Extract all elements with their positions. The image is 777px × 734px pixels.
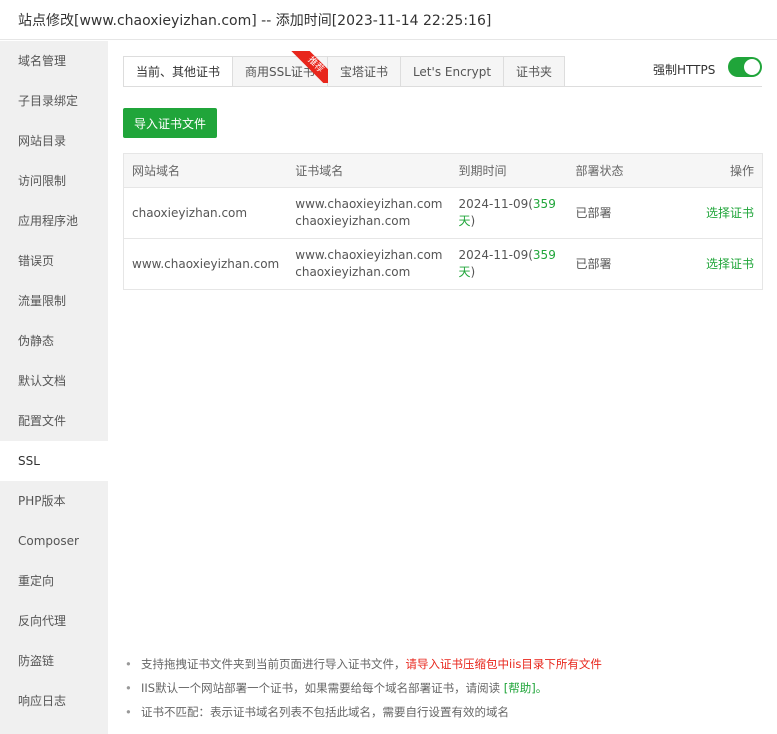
- expiry-cell: 2024-11-09(359 天): [450, 187, 568, 239]
- sidebar-item-composer[interactable]: Composer: [0, 521, 108, 561]
- expiry-days: 359: [532, 248, 556, 262]
- select-cert-link[interactable]: 选择证书: [706, 206, 754, 220]
- table-row: www.chaoxieyizhan.com www.chaoxieyizhan.…: [123, 238, 763, 290]
- expiry-date: 2024-11-09(: [458, 197, 533, 211]
- site-domain-cell: chaoxieyizhan.com: [123, 187, 288, 239]
- tab-lets-encrypt[interactable]: Let's Encrypt: [400, 56, 505, 87]
- cert-domain-line: chaoxieyizhan.com: [295, 265, 411, 279]
- tab-commercial-ssl-label: 商用SSL证书: [245, 65, 315, 79]
- expiry-day-unit: 天: [458, 214, 471, 228]
- import-cert-button[interactable]: 导入证书文件: [123, 108, 217, 138]
- note-text: IIS默认一个网站部署一个证书，如果需要给每个域名部署证书，请阅读: [141, 681, 504, 695]
- sidebar-item-subdir[interactable]: 子目录绑定: [0, 81, 108, 121]
- expiry-date: 2024-11-09(: [458, 248, 533, 262]
- ssl-tabs: 当前、其他证书 商用SSL证书 推荐 宝塔证书 Let's Encrypt 证书…: [123, 51, 566, 87]
- note-item: 证书不匹配：表示证书域名列表不包括此域名，需要自行设置有效的域名: [123, 700, 763, 724]
- sidebar-item-app-pool[interactable]: 应用程序池: [0, 201, 108, 241]
- select-cert-link[interactable]: 选择证书: [706, 257, 754, 271]
- sidebar-item-php-version[interactable]: PHP版本: [0, 481, 108, 521]
- help-link[interactable]: [帮助]: [504, 681, 536, 695]
- table-header-row: 网站域名 证书域名 到期时间 部署状态 操作: [123, 153, 763, 188]
- table-row: chaoxieyizhan.com www.chaoxieyizhan.com …: [123, 187, 763, 239]
- note-item: IIS默认一个网站部署一个证书，如果需要给每个域名部署证书，请阅读 [帮助]。: [123, 676, 763, 700]
- status-cell: 已部署: [567, 187, 668, 239]
- window-title: 站点修改[www.chaoxieyizhan.com] -- 添加时间[2023…: [0, 0, 777, 40]
- cert-domain-cell: www.chaoxieyizhan.com chaoxieyizhan.com: [287, 238, 451, 290]
- col-expiry: 到期时间: [450, 153, 568, 188]
- tab-bt-cert[interactable]: 宝塔证书: [327, 56, 401, 87]
- sidebar-item-reverse-proxy[interactable]: 反向代理: [0, 601, 108, 641]
- cert-domain-line: www.chaoxieyizhan.com: [295, 248, 443, 262]
- sidebar-item-site-dir[interactable]: 网站目录: [0, 121, 108, 161]
- note-warning: 请导入证书压缩包中iis目录下所有文件: [405, 657, 602, 671]
- help-notes: 支持拖拽证书文件夹到当前页面进行导入证书文件，请导入证书压缩包中iis目录下所有…: [123, 652, 763, 724]
- note-text: 证书不匹配：表示证书域名列表不包括此域名，需要自行设置有效的域名: [141, 705, 509, 719]
- sidebar-item-response-log[interactable]: 响应日志: [0, 681, 108, 721]
- tab-divider: [123, 86, 762, 87]
- cert-table: 网站域名 证书域名 到期时间 部署状态 操作 chaoxieyizhan.com…: [123, 153, 763, 290]
- sidebar-item-rewrite[interactable]: 伪静态: [0, 321, 108, 361]
- sidebar: 域名管理 子目录绑定 网站目录 访问限制 应用程序池 错误页 流量限制 伪静态 …: [0, 41, 108, 734]
- expiry-close: ): [470, 265, 476, 279]
- sidebar-item-default-doc[interactable]: 默认文档: [0, 361, 108, 401]
- force-https-toggle[interactable]: [728, 57, 762, 77]
- col-cert-domain: 证书域名: [287, 153, 451, 188]
- expiry-day-unit: 天: [458, 265, 471, 279]
- sidebar-item-domain[interactable]: 域名管理: [0, 41, 108, 81]
- sidebar-item-hotlink[interactable]: 防盗链: [0, 641, 108, 681]
- sidebar-item-access-limit[interactable]: 访问限制: [0, 161, 108, 201]
- sidebar-item-ssl[interactable]: SSL: [0, 441, 108, 481]
- note-item: 支持拖拽证书文件夹到当前页面进行导入证书文件，请导入证书压缩包中iis目录下所有…: [123, 652, 763, 676]
- toggle-knob: [744, 59, 760, 75]
- expiry-close: ): [470, 214, 476, 228]
- tab-cert-folder[interactable]: 证书夹: [504, 56, 566, 87]
- tab-commercial-ssl[interactable]: 商用SSL证书 推荐: [233, 51, 329, 87]
- note-end: 。: [535, 681, 548, 695]
- cert-domain-cell: www.chaoxieyizhan.com chaoxieyizhan.com: [287, 187, 451, 239]
- force-https-label: 强制HTTPS: [653, 63, 716, 77]
- tab-current-certs[interactable]: 当前、其他证书: [123, 56, 234, 87]
- action-cell: 选择证书: [667, 187, 763, 239]
- action-cell: 选择证书: [667, 238, 763, 290]
- cert-domain-line: chaoxieyizhan.com: [295, 214, 411, 228]
- expiry-cell: 2024-11-09(359 天): [450, 238, 568, 290]
- sidebar-item-error-page[interactable]: 错误页: [0, 241, 108, 281]
- sidebar-item-traffic-limit[interactable]: 流量限制: [0, 281, 108, 321]
- col-action: 操作: [667, 153, 763, 188]
- ssl-panel: 当前、其他证书 商用SSL证书 推荐 宝塔证书 Let's Encrypt 证书…: [108, 41, 777, 734]
- col-site-domain: 网站域名: [123, 153, 288, 188]
- col-status: 部署状态: [567, 153, 668, 188]
- sidebar-item-config-file[interactable]: 配置文件: [0, 401, 108, 441]
- expiry-days: 359: [532, 197, 556, 211]
- status-cell: 已部署: [567, 238, 668, 290]
- cert-domain-line: www.chaoxieyizhan.com: [295, 197, 443, 211]
- site-domain-cell: www.chaoxieyizhan.com: [123, 238, 288, 290]
- note-text: 支持拖拽证书文件夹到当前页面进行导入证书文件，: [141, 657, 406, 671]
- sidebar-item-redirect[interactable]: 重定向: [0, 561, 108, 601]
